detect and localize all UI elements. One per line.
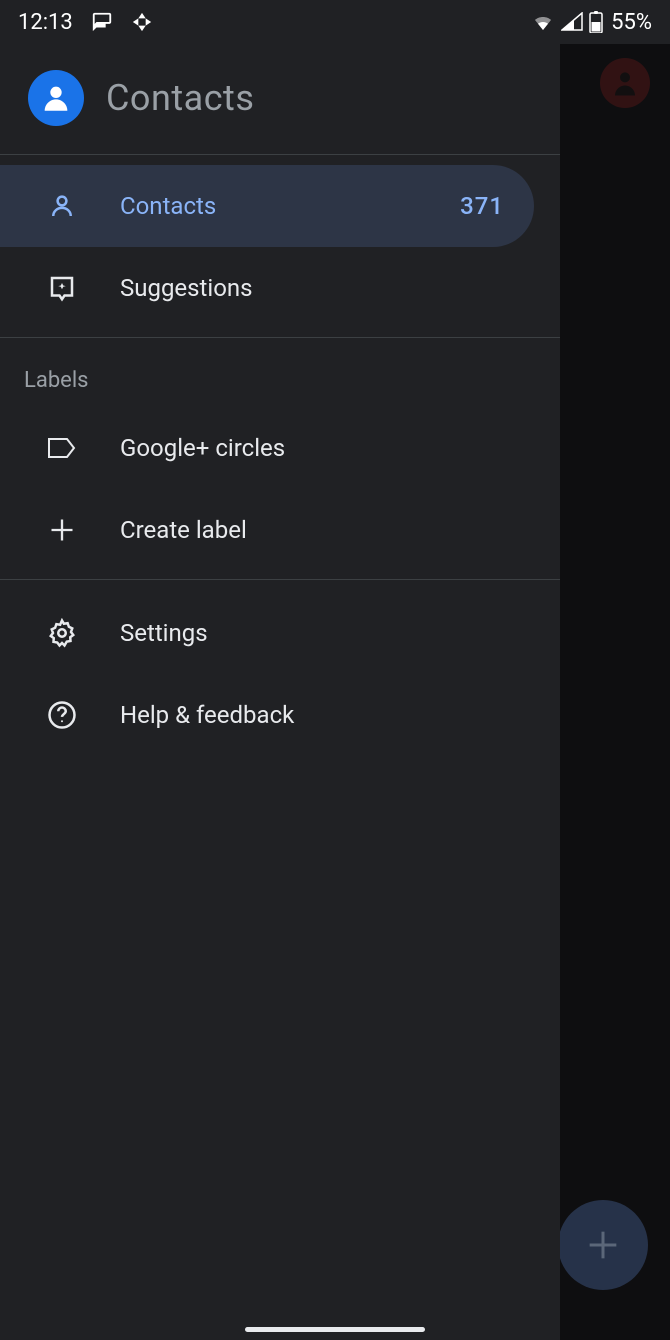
plus-icon bbox=[44, 512, 80, 548]
nav-item-label: Settings bbox=[120, 619, 530, 647]
nav-item-suggestions[interactable]: Suggestions bbox=[0, 247, 560, 329]
suggestions-icon bbox=[44, 270, 80, 306]
nav-item-label: Help & feedback bbox=[120, 701, 530, 729]
labels-header: Labels bbox=[0, 338, 560, 407]
nav-item-create-label[interactable]: Create label bbox=[0, 489, 560, 571]
divider bbox=[0, 579, 560, 580]
battery-percent: 55% bbox=[611, 10, 652, 35]
nav-item-google-plus-circles[interactable]: Google+ circles bbox=[0, 407, 560, 489]
gear-icon bbox=[44, 615, 80, 651]
status-time: 12:13 bbox=[18, 10, 73, 35]
add-contact-fab[interactable] bbox=[558, 1200, 648, 1290]
photos-icon bbox=[131, 11, 153, 33]
nav-item-help-feedback[interactable]: Help & feedback bbox=[0, 674, 560, 756]
nav-item-label: Create label bbox=[120, 516, 530, 544]
nav-item-label: Suggestions bbox=[120, 274, 530, 302]
home-indicator[interactable] bbox=[245, 1327, 425, 1332]
nav-item-settings[interactable]: Settings bbox=[0, 592, 560, 674]
chat-notification-icon bbox=[91, 11, 113, 33]
nav-item-label: Contacts bbox=[120, 192, 420, 220]
contacts-count: 371 bbox=[460, 192, 504, 220]
wifi-icon bbox=[531, 12, 555, 32]
person-icon bbox=[44, 188, 80, 224]
help-icon bbox=[44, 697, 80, 733]
status-bar: 12:13 bbox=[0, 0, 670, 44]
drawer-header: Contacts bbox=[0, 44, 560, 155]
profile-avatar[interactable] bbox=[600, 58, 650, 108]
app-title: Contacts bbox=[106, 77, 254, 119]
battery-icon bbox=[589, 11, 603, 33]
nav-item-contacts[interactable]: Contacts 371 bbox=[0, 165, 534, 247]
app-logo-icon bbox=[28, 70, 84, 126]
navigation-drawer: Contacts Contacts 371 Suggestions bbox=[0, 44, 560, 1340]
nav-item-label: Google+ circles bbox=[120, 434, 530, 462]
label-icon bbox=[44, 430, 80, 466]
signal-icon bbox=[561, 12, 583, 32]
